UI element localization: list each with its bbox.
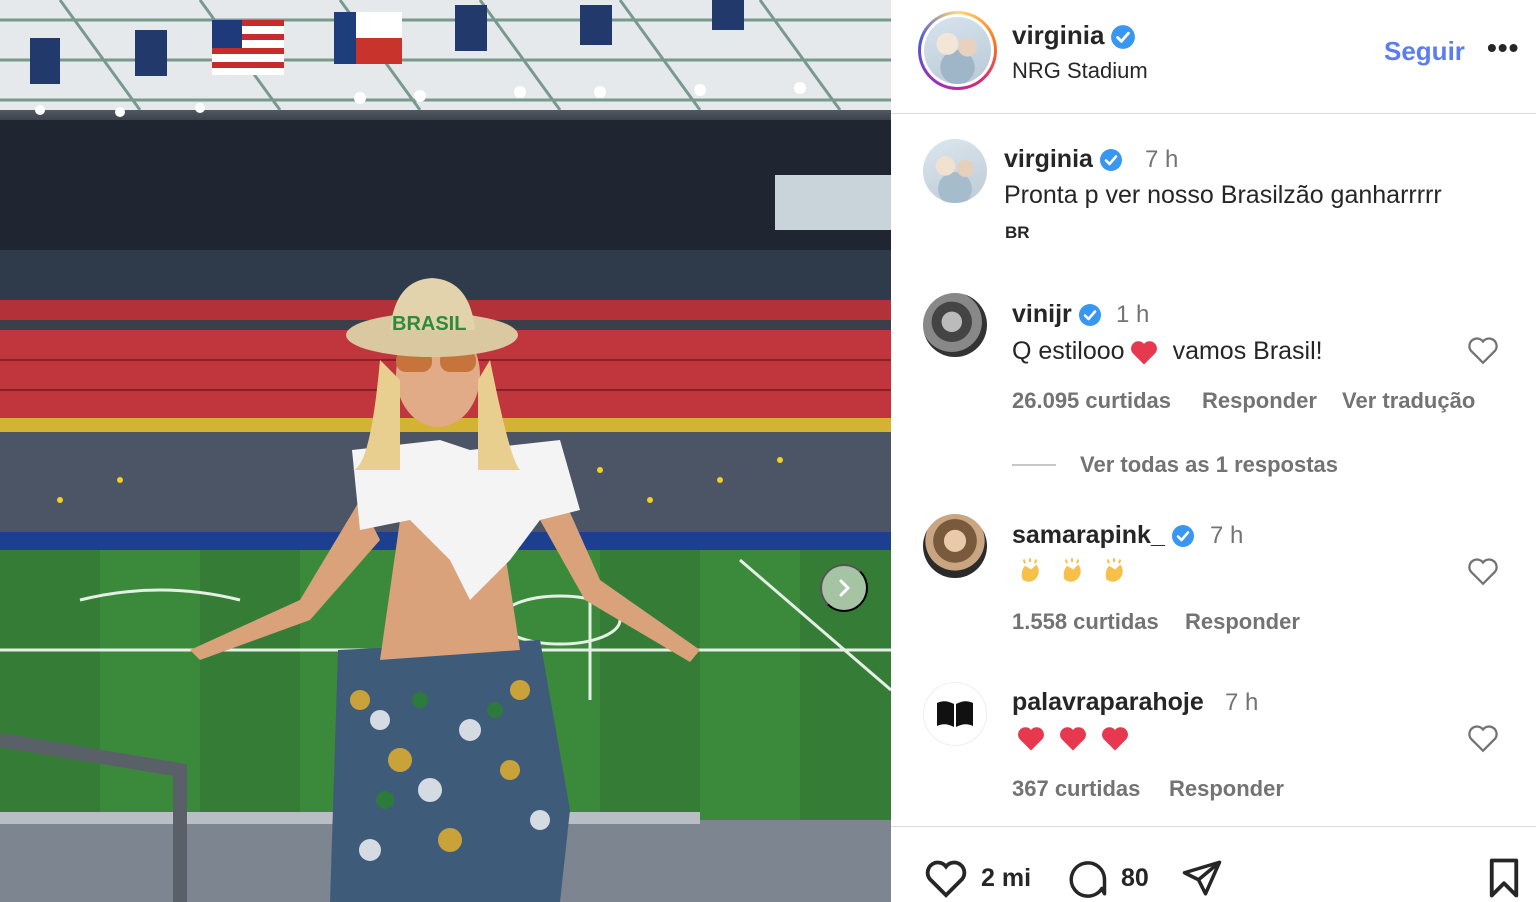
clapping-hands-emoji-icon xyxy=(1105,558,1123,582)
share-action[interactable] xyxy=(1180,857,1224,899)
post-photo[interactable]: BRASIL xyxy=(0,0,891,902)
like-comment-button[interactable] xyxy=(1465,721,1501,757)
post-actions: 2 mi 80 xyxy=(891,826,1536,902)
comment-username[interactable]: palavraparahoje xyxy=(1012,688,1204,717)
red-heart-emoji-icon xyxy=(1018,727,1044,751)
heart-outline-icon xyxy=(1468,336,1498,364)
caption-time: 7 h xyxy=(1145,146,1179,173)
verified-badge-icon xyxy=(1078,304,1101,327)
brazil-flag-emoji: BR xyxy=(1005,223,1030,242)
comment-action[interactable]: 80 xyxy=(1065,857,1149,899)
more-options-button[interactable]: ••• xyxy=(1487,32,1519,64)
save-action[interactable] xyxy=(1485,857,1523,899)
open-book-icon xyxy=(937,701,973,727)
comment-username[interactable]: samarapink_ xyxy=(1012,521,1195,550)
reply-button[interactable]: Responder xyxy=(1202,388,1317,414)
clapping-hands-emoji-icon xyxy=(1063,558,1081,582)
comment-text xyxy=(1016,724,1130,752)
comment-time: 7 h xyxy=(1210,522,1244,549)
post-location[interactable]: NRG Stadium xyxy=(1012,58,1148,84)
comment-count: 80 xyxy=(1121,863,1149,892)
red-heart-emoji-icon xyxy=(1130,340,1157,364)
next-photo-button[interactable] xyxy=(820,564,868,612)
comment-time: 1 h xyxy=(1116,301,1150,328)
author-username[interactable]: virginia xyxy=(1012,20,1136,51)
like-count: 2 mi xyxy=(981,863,1032,892)
red-heart-emoji-icon xyxy=(1060,727,1086,751)
bookmark-icon[interactable] xyxy=(1485,857,1523,899)
post-header: virginia NRG Stadium Seguir ••• xyxy=(891,0,1536,114)
comment-text: Q estilooo vamos Brasil! xyxy=(1012,337,1323,365)
clapping-hands-emoji-icon xyxy=(1021,558,1039,582)
verified-badge-icon xyxy=(1099,149,1122,172)
caption-username[interactable]: virginia xyxy=(1004,145,1123,174)
like-comment-button[interactable] xyxy=(1465,554,1501,590)
heart-outline-icon xyxy=(1468,724,1498,752)
like-comment-button[interactable] xyxy=(1465,333,1501,369)
verified-badge-icon xyxy=(1111,25,1136,50)
reply-button[interactable]: Responder xyxy=(1185,609,1300,635)
chevron-right-icon xyxy=(839,579,851,597)
like-action[interactable]: 2 mi xyxy=(923,857,1031,899)
translate-button[interactable]: Ver tradução xyxy=(1342,388,1475,414)
heart-outline-icon[interactable] xyxy=(923,857,969,899)
heart-outline-icon xyxy=(1468,557,1498,585)
hat-text: BRASIL xyxy=(392,313,466,335)
comment-text xyxy=(1015,557,1129,587)
comment-avatar[interactable] xyxy=(923,682,987,746)
follow-button[interactable]: Seguir xyxy=(1384,36,1465,67)
share-paper-plane-icon[interactable] xyxy=(1180,857,1224,899)
caption-text: Pronta p ver nosso Brasilzão ganharrrrr xyxy=(1004,181,1442,209)
comment-likes[interactable]: 26.095 curtidas xyxy=(1012,388,1171,414)
comment-bubble-icon[interactable] xyxy=(1065,857,1109,899)
reply-button[interactable]: Responder xyxy=(1169,776,1284,802)
verified-badge-icon xyxy=(1171,525,1194,548)
comment-time: 7 h xyxy=(1225,689,1259,716)
stadium-photo: BRASIL xyxy=(0,0,891,902)
comment-avatar[interactable] xyxy=(923,514,987,578)
post-detail-panel: virginia NRG Stadium Seguir ••• virginia… xyxy=(891,0,1536,902)
author-avatar[interactable] xyxy=(918,11,997,90)
caption-avatar[interactable] xyxy=(923,139,987,203)
comment-likes[interactable]: 367 curtidas xyxy=(1012,776,1140,802)
comment-username[interactable]: vinijr xyxy=(1012,300,1102,329)
comment-avatar[interactable] xyxy=(923,293,987,357)
view-replies-button[interactable]: Ver todas as 1 respostas xyxy=(1012,452,1338,478)
red-heart-emoji-icon xyxy=(1102,727,1128,751)
comment-likes[interactable]: 1.558 curtidas xyxy=(1012,609,1159,635)
